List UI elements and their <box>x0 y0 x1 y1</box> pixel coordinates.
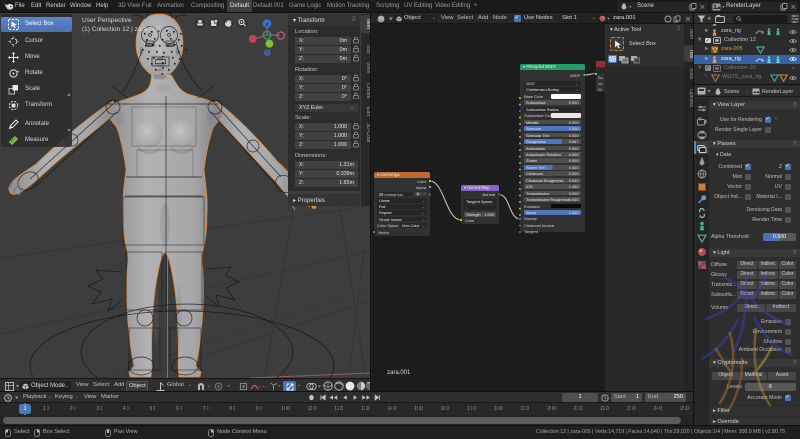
svg-text:z: z <box>266 22 269 28</box>
